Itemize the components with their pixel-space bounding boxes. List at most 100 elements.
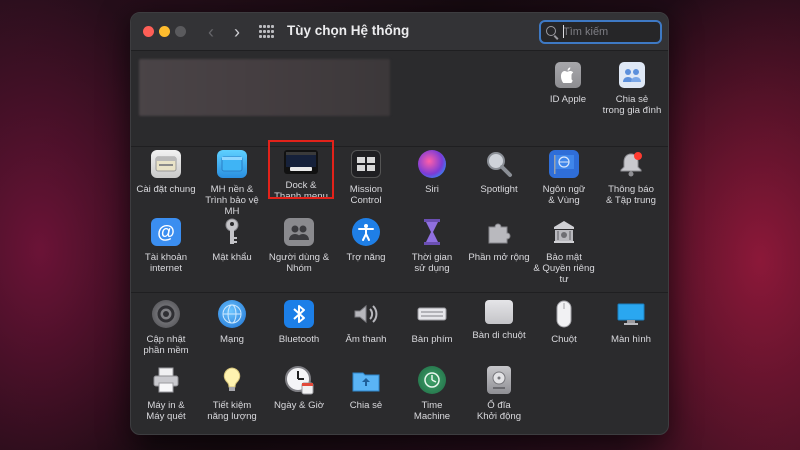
pane-desktop-screensaver[interactable]: MH nền & Trình bảo vệ MH (197, 150, 267, 217)
pane-spotlight[interactable]: Spotlight (464, 150, 534, 216)
software-update-icon (152, 300, 180, 328)
search-icon (546, 26, 556, 36)
pane-screen-time[interactable]: Thời gian sử dụng (397, 218, 467, 284)
pane-software-update[interactable]: Cập nhật phần mềm (131, 300, 201, 366)
desktop-screensaver-icon (217, 150, 247, 178)
language-region-icon (549, 150, 579, 178)
general-icon (151, 150, 181, 178)
pane-sound[interactable]: Âm thanh (331, 300, 401, 366)
pane-label: Tiết kiệm năng lượng (207, 400, 257, 422)
pane-label: Ổ đĩa Khởi động (476, 400, 522, 422)
pane-label: Ngôn ngữ & Vùng (542, 184, 586, 206)
search-field[interactable] (539, 20, 662, 44)
pane-label: Bàn di chuột (472, 330, 526, 341)
section-divider (131, 146, 668, 147)
displays-icon (616, 300, 646, 328)
pane-label: MH nền & Trình bảo vệ MH (205, 184, 259, 217)
pane-label: Cài đặt chung (136, 184, 196, 195)
pane-label: Mạng (220, 334, 244, 345)
pane-family-sharing[interactable]: Chia sẻ trong gia đình (597, 62, 667, 128)
system-preferences-window: ‹ › Tùy chọn Hệ thống ID Apple Chia sẻ t… (130, 12, 669, 435)
siri-icon (418, 150, 446, 178)
pane-label: ID Apple (549, 94, 587, 105)
title-bar: ‹ › Tùy chọn Hệ thống (131, 13, 668, 51)
bluetooth-icon (284, 300, 314, 328)
time-machine-icon (418, 366, 446, 394)
pane-label: Time Machine (413, 400, 451, 422)
pane-label: Chia sẻ (349, 400, 383, 411)
pane-label: Mật khẩu (212, 252, 252, 263)
forward-chevron-icon[interactable]: › (227, 23, 247, 41)
pane-label: Chuột (551, 334, 577, 345)
pane-label: Phần mở rộng (468, 252, 530, 263)
pane-users-groups[interactable]: Người dùng & Nhóm (264, 218, 334, 284)
pane-trackpad[interactable]: Bàn di chuột (464, 300, 534, 366)
security-privacy-icon (549, 218, 579, 246)
pane-language-region[interactable]: Ngôn ngữ & Vùng (529, 150, 599, 216)
pane-apple-id[interactable]: ID Apple (533, 62, 603, 128)
mouse-icon (549, 300, 579, 328)
pane-keyboard[interactable]: Bàn phím (397, 300, 467, 366)
pane-displays[interactable]: Màn hình (596, 300, 666, 366)
notifications-icon (616, 150, 646, 178)
mission-control-icon (351, 150, 381, 178)
close-button[interactable] (143, 26, 154, 37)
pane-passwords[interactable]: Mật khẩu (197, 218, 267, 284)
pane-label: Mission Control (349, 184, 383, 206)
network-icon (218, 300, 246, 328)
family-sharing-icon (619, 62, 645, 88)
apple-logo-icon (555, 62, 581, 88)
pane-internet-accounts[interactable]: @ Tài khoản internet (131, 218, 201, 284)
pane-label: Màn hình (610, 334, 651, 345)
pane-label: Bluetooth (278, 334, 320, 345)
pane-label: Ngày & Giờ (273, 400, 324, 411)
pane-sharing[interactable]: Chia sẻ (331, 366, 401, 432)
extensions-icon (484, 218, 514, 246)
pane-bluetooth[interactable]: Bluetooth (264, 300, 334, 366)
pane-energy-saver[interactable]: Tiết kiệm năng lượng (197, 366, 267, 432)
pane-label: Chia sẻ trong gia đình (602, 94, 662, 116)
accessibility-icon (352, 218, 380, 246)
pane-printers-scanners[interactable]: Máy in & Máy quét (131, 366, 201, 432)
pane-label: Cập nhật phần mềm (143, 334, 189, 356)
show-all-grid-icon[interactable] (259, 25, 275, 39)
pane-time-machine[interactable]: Time Machine (397, 366, 467, 432)
pane-siri[interactable]: Siri (397, 150, 467, 216)
back-chevron-icon[interactable]: ‹ (201, 23, 221, 41)
energy-saver-icon (217, 366, 247, 394)
sharing-icon (351, 366, 381, 394)
pane-label: Bàn phím (411, 334, 453, 345)
startup-disk-icon (487, 366, 511, 394)
pane-label: Âm thanh (345, 334, 387, 345)
internet-accounts-icon: @ (151, 218, 181, 246)
pane-label: Spotlight (480, 184, 518, 195)
keyboard-icon (417, 300, 447, 328)
pane-accessibility[interactable]: Trợ năng (331, 218, 401, 284)
minimize-button[interactable] (159, 26, 170, 37)
user-account-banner-blurred[interactable] (139, 59, 390, 116)
pane-label: Trợ năng (346, 252, 386, 263)
pane-label: Máy in & Máy quét (146, 400, 186, 422)
search-input[interactable] (563, 24, 658, 40)
account-section: ID Apple Chia sẻ trong gia đình (131, 52, 668, 144)
sound-icon (351, 300, 381, 328)
pane-mouse[interactable]: Chuột (529, 300, 599, 366)
users-groups-icon (284, 218, 314, 246)
pane-date-time[interactable]: Ngày & Giờ (264, 366, 334, 432)
pane-security-privacy[interactable]: Bảo mật & Quyền riêng tư (529, 218, 599, 285)
pane-mission-control[interactable]: Mission Control (331, 150, 401, 216)
pane-label: Tài khoản internet (144, 252, 188, 274)
pane-startup-disk[interactable]: Ổ đĩa Khởi động (464, 366, 534, 432)
pane-general[interactable]: Cài đặt chung (131, 150, 201, 216)
zoom-button[interactable] (175, 26, 186, 37)
pane-extensions[interactable]: Phần mở rộng (464, 218, 534, 284)
pane-label: Thời gian sử dụng (411, 252, 453, 274)
date-time-icon (284, 366, 314, 395)
text-caret (563, 25, 564, 38)
printers-scanners-icon (151, 366, 181, 394)
pane-network[interactable]: Mạng (197, 300, 267, 366)
pane-label: Siri (425, 184, 439, 195)
pane-label: Bảo mật & Quyền riêng tư (533, 252, 595, 285)
window-title: Tùy chọn Hệ thống (287, 23, 410, 38)
pane-notifications[interactable]: Thông báo & Tập trung (596, 150, 666, 216)
